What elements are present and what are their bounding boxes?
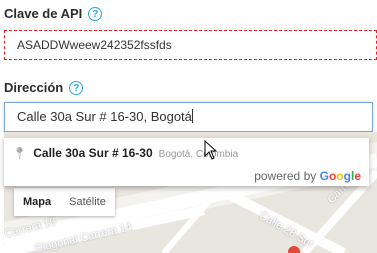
- map-type-satellite-button[interactable]: Satélite: [60, 188, 115, 216]
- text-caret: [191, 109, 193, 123]
- address-help-icon[interactable]: ?: [69, 80, 84, 95]
- api-key-label: Clave de API ?: [4, 6, 103, 21]
- powered-by-text: powered by: [254, 169, 317, 183]
- api-key-input[interactable]: ASADDWweew242352fssfds: [4, 30, 377, 60]
- map-type-control: Mapa Satélite: [14, 188, 115, 216]
- api-key-help-icon[interactable]: ?: [88, 6, 103, 21]
- api-key-label-text: Clave de API: [4, 6, 83, 21]
- address-input-value: Calle 30a Sur # 16-30, Bogotá: [17, 109, 192, 124]
- google-logo: Google: [319, 169, 361, 183]
- powered-by-google: powered by Google: [254, 169, 361, 183]
- mouse-cursor-icon: [204, 140, 218, 160]
- address-input[interactable]: Calle 30a Sur # 16-30, Bogotá: [4, 102, 373, 132]
- autocomplete-item-secondary: Bogotá, Colombia: [158, 149, 239, 160]
- address-label-text: Dirección: [4, 80, 64, 95]
- address-label: Dirección ?: [4, 80, 84, 95]
- location-pin-icon: 📍︎: [12, 146, 28, 160]
- map-type-map-button[interactable]: Mapa: [14, 188, 60, 216]
- autocomplete-dropdown: 📍︎ Calle 30a Sur # 16-30 Bogotá, Colombi…: [4, 137, 369, 186]
- autocomplete-item-main: Calle 30a Sur # 16-30: [33, 146, 153, 160]
